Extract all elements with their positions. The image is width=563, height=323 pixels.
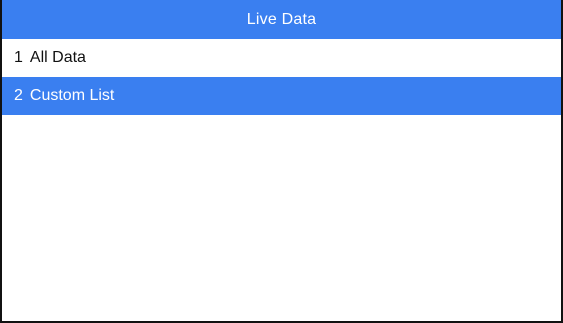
title-bar: Live Data xyxy=(2,0,561,39)
live-data-screen: Live Data 1 All Data 2 Custom List xyxy=(0,0,563,323)
page-title: Live Data xyxy=(246,10,317,28)
menu-list: 1 All Data 2 Custom List xyxy=(2,39,561,115)
menu-item-number: 1 xyxy=(14,49,23,66)
menu-item-label: Custom List xyxy=(29,87,115,104)
menu-item-number: 2 xyxy=(14,87,23,104)
menu-item-label: All Data xyxy=(29,49,86,66)
menu-item-custom-list[interactable]: 2 Custom List xyxy=(2,77,561,115)
menu-item-all-data[interactable]: 1 All Data xyxy=(2,39,561,77)
